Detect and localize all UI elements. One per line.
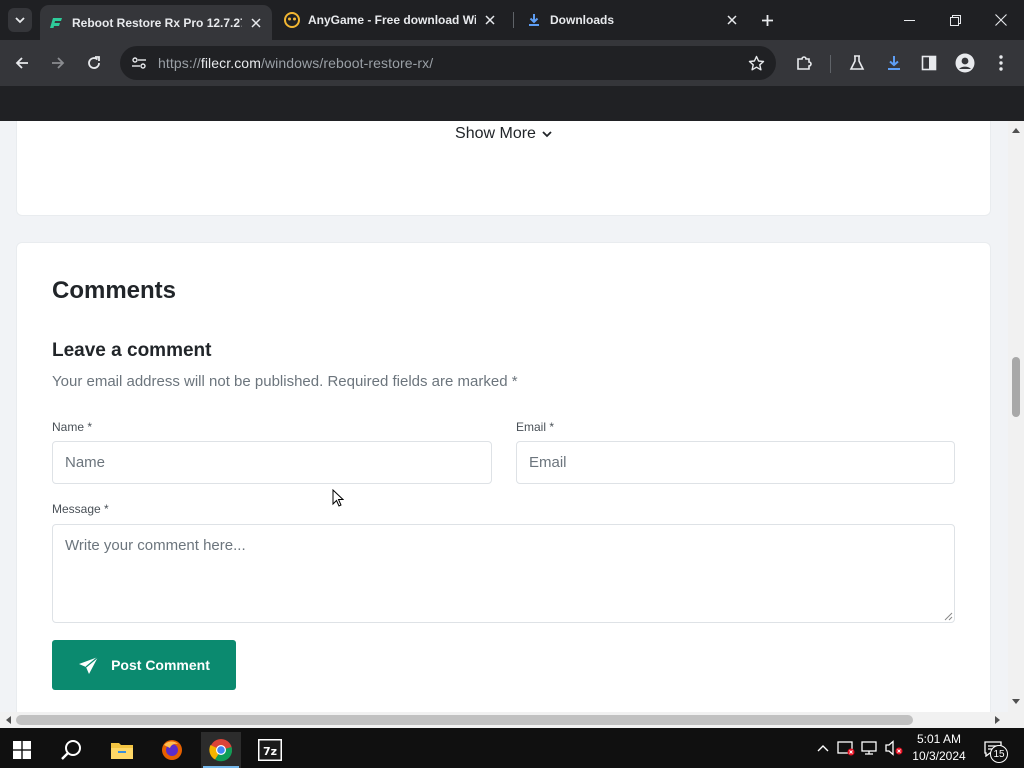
url-path: /windows/reboot-restore-rx/ <box>260 55 434 71</box>
page-viewport: Show More Comments Leave a comment Your … <box>0 121 1008 712</box>
show-more-label: Show More <box>455 125 536 142</box>
side-panel-icon[interactable] <box>918 52 940 74</box>
windows-taskbar: 7z 5:01 AM 10/3/2024 15 <box>0 728 1024 768</box>
download-icon <box>526 12 542 28</box>
anygame-logo-icon <box>284 12 300 28</box>
close-tab-icon[interactable] <box>724 12 740 28</box>
tab-anygame[interactable]: AnyGame - Free download Wi <box>276 5 506 35</box>
profile-avatar-icon[interactable] <box>954 52 976 74</box>
arrow-left-icon <box>15 57 28 69</box>
close-tab-icon[interactable] <box>248 15 264 31</box>
url-host: filecr.com <box>200 55 261 71</box>
close-tab-icon[interactable] <box>482 12 498 28</box>
description-card: Show More <box>16 121 991 216</box>
email-label: Email * <box>516 420 555 434</box>
vertical-scroll-thumb[interactable] <box>1012 357 1020 417</box>
url-scheme: https:// <box>158 55 201 71</box>
network-icon[interactable] <box>861 739 879 757</box>
leave-comment-heading: Leave a comment <box>52 340 212 361</box>
vertical-scrollbar[interactable] <box>1008 121 1024 712</box>
browser-toolbar: https://filecr.com/windows/reboot-restor… <box>0 40 1024 86</box>
chevron-up-icon[interactable] <box>814 739 832 757</box>
post-comment-button[interactable]: Post Comment <box>52 640 236 690</box>
send-icon <box>79 656 99 674</box>
minimize-icon <box>903 19 915 21</box>
comments-heading: Comments <box>52 277 177 304</box>
restore-icon <box>949 14 961 26</box>
name-field[interactable] <box>52 441 492 484</box>
message-label: Message * <box>52 502 109 516</box>
post-comment-label: Post Comment <box>111 657 210 673</box>
tab-strip: Reboot Restore Rx Pro 12.7.27 AnyGame - … <box>0 0 1024 40</box>
horizontal-scrollbar[interactable] <box>0 712 1008 728</box>
forward-button[interactable] <box>44 49 72 77</box>
email-field[interactable] <box>516 441 955 484</box>
restore-button[interactable] <box>932 0 978 40</box>
arrow-right-icon <box>52 57 65 69</box>
scroll-down-arrow-icon[interactable] <box>1008 695 1024 709</box>
horizontal-scroll-thumb[interactable] <box>16 715 913 725</box>
clock-time: 5:01 AM <box>916 732 962 746</box>
tab-reboot-restore[interactable]: Reboot Restore Rx Pro 12.7.27 <box>40 5 272 40</box>
comments-card: Comments Leave a comment Your email addr… <box>16 242 991 712</box>
close-window-button[interactable] <box>978 0 1024 40</box>
system-clock[interactable]: 5:01 AM 10/3/2024 <box>905 731 973 765</box>
notification-count-badge: 15 <box>990 745 1008 763</box>
email-notice: Your email address will not be published… <box>52 373 518 390</box>
extensions-puzzle-icon[interactable] <box>793 52 815 74</box>
mouse-cursor-icon <box>332 489 344 507</box>
site-header-strip <box>0 86 1024 121</box>
url-text[interactable]: https://filecr.com/windows/reboot-restor… <box>158 55 433 71</box>
minimize-button[interactable] <box>886 0 932 40</box>
close-icon <box>995 14 1007 26</box>
bookmark-star-icon[interactable] <box>746 53 766 73</box>
volume-muted-icon[interactable] <box>885 739 903 757</box>
resize-grip-icon[interactable] <box>944 612 953 621</box>
name-label: Name * <box>52 420 93 434</box>
plus-icon <box>761 14 773 26</box>
address-bar[interactable]: https://filecr.com/windows/reboot-restor… <box>120 46 776 80</box>
chrome-icon[interactable] <box>201 732 241 768</box>
tab-label: AnyGame - Free download Wi <box>308 13 476 27</box>
site-info-icon[interactable] <box>129 53 149 73</box>
scroll-left-arrow-icon[interactable] <box>0 713 16 727</box>
show-more-link[interactable]: Show More <box>17 125 990 143</box>
toolbar-separator <box>830 55 831 73</box>
new-tab-button[interactable] <box>757 10 777 30</box>
search-icon[interactable] <box>52 732 92 768</box>
chevron-down-icon <box>15 17 25 24</box>
message-field[interactable] <box>52 524 955 623</box>
filecr-logo-icon <box>48 15 64 31</box>
back-button[interactable] <box>8 49 36 77</box>
firefox-icon[interactable] <box>152 732 192 768</box>
security-alert-icon[interactable] <box>837 739 855 757</box>
tab-search-button[interactable] <box>8 8 32 32</box>
reload-button[interactable] <box>80 49 108 77</box>
svg-text:7z: 7z <box>263 745 277 758</box>
tab-label: Reboot Restore Rx Pro 12.7.27 <box>72 15 242 30</box>
7zip-icon[interactable]: 7z <box>250 732 290 768</box>
file-explorer-icon[interactable] <box>102 732 142 768</box>
tab-downloads[interactable]: Downloads <box>518 5 748 35</box>
scroll-up-arrow-icon[interactable] <box>1008 123 1024 137</box>
tab-label: Downloads <box>550 13 615 27</box>
labs-flask-icon[interactable] <box>846 52 868 74</box>
clock-date: 10/3/2024 <box>912 749 966 763</box>
tab-separator <box>513 12 514 28</box>
reload-icon <box>88 56 100 69</box>
chevron-down-icon <box>542 131 552 138</box>
downloads-icon[interactable] <box>883 52 905 74</box>
scrollbar-corner <box>1008 712 1024 728</box>
menu-more-icon[interactable] <box>990 52 1012 74</box>
windows-start-icon[interactable] <box>2 732 42 768</box>
scroll-right-arrow-icon[interactable] <box>990 713 1006 727</box>
